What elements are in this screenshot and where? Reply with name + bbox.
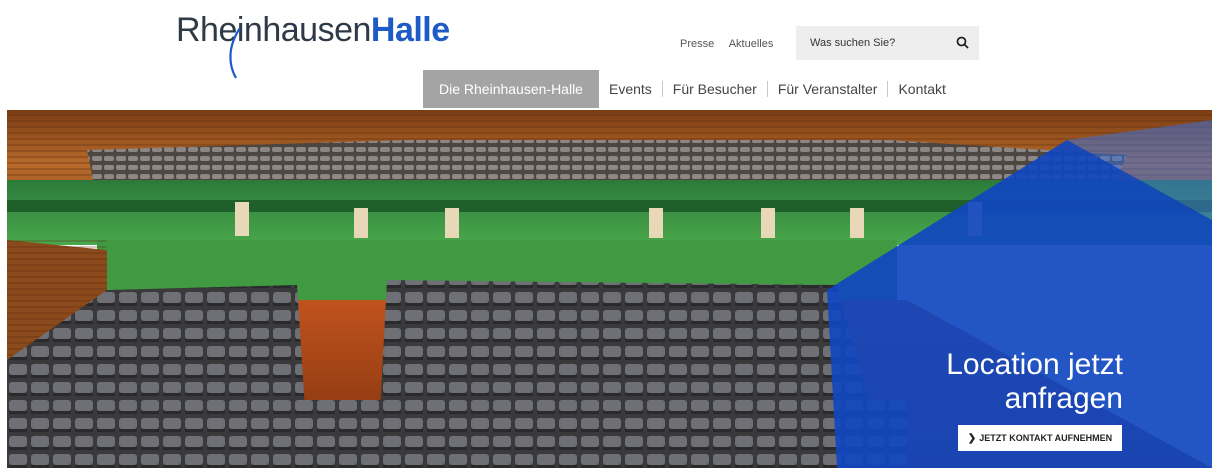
logo-text-secondary: Halle xyxy=(370,11,450,49)
chevron-right-icon: ❯ xyxy=(967,433,977,444)
search-input[interactable] xyxy=(796,26,941,60)
nav-item-rheinhausen-halle[interactable]: Die Rheinhausen-Halle xyxy=(423,70,599,108)
top-link-presse[interactable]: Presse xyxy=(680,38,714,50)
cta-headline: Location jetzt anfragen xyxy=(946,348,1123,416)
nav-item-fuer-veranstalter[interactable]: Für Veranstalter xyxy=(768,70,888,108)
nav-item-kontakt[interactable]: Kontakt xyxy=(888,70,955,108)
contact-cta-button[interactable]: ❯ JETZT KONTAKT AUFNEHMEN xyxy=(958,425,1122,451)
search-box xyxy=(796,26,979,60)
top-link-aktuelles[interactable]: Aktuelles xyxy=(729,38,774,50)
hero-banner: Location jetzt anfragen ❯ JETZT KONTAKT A… xyxy=(7,110,1212,468)
logo-text-primary: Rheinhausen xyxy=(176,11,371,49)
nav-item-fuer-besucher[interactable]: Für Besucher xyxy=(663,70,767,108)
nav-item-events[interactable]: Events xyxy=(599,70,662,108)
logo-swoosh-icon xyxy=(229,27,241,79)
site-header: RheinhausenHalle Presse Aktuelles Die Rh… xyxy=(0,0,1212,110)
site-logo[interactable]: RheinhausenHalle xyxy=(176,8,450,79)
main-nav: Die Rheinhausen-Halle Events Für Besuche… xyxy=(423,70,956,108)
top-links: Presse Aktuelles xyxy=(680,38,785,50)
cta-headline-line2: anfragen xyxy=(1004,382,1123,415)
cta-headline-line1: Location jetzt xyxy=(946,348,1123,381)
contact-cta-label: JETZT KONTAKT AUFNEHMEN xyxy=(979,433,1113,443)
search-icon[interactable] xyxy=(955,35,971,51)
